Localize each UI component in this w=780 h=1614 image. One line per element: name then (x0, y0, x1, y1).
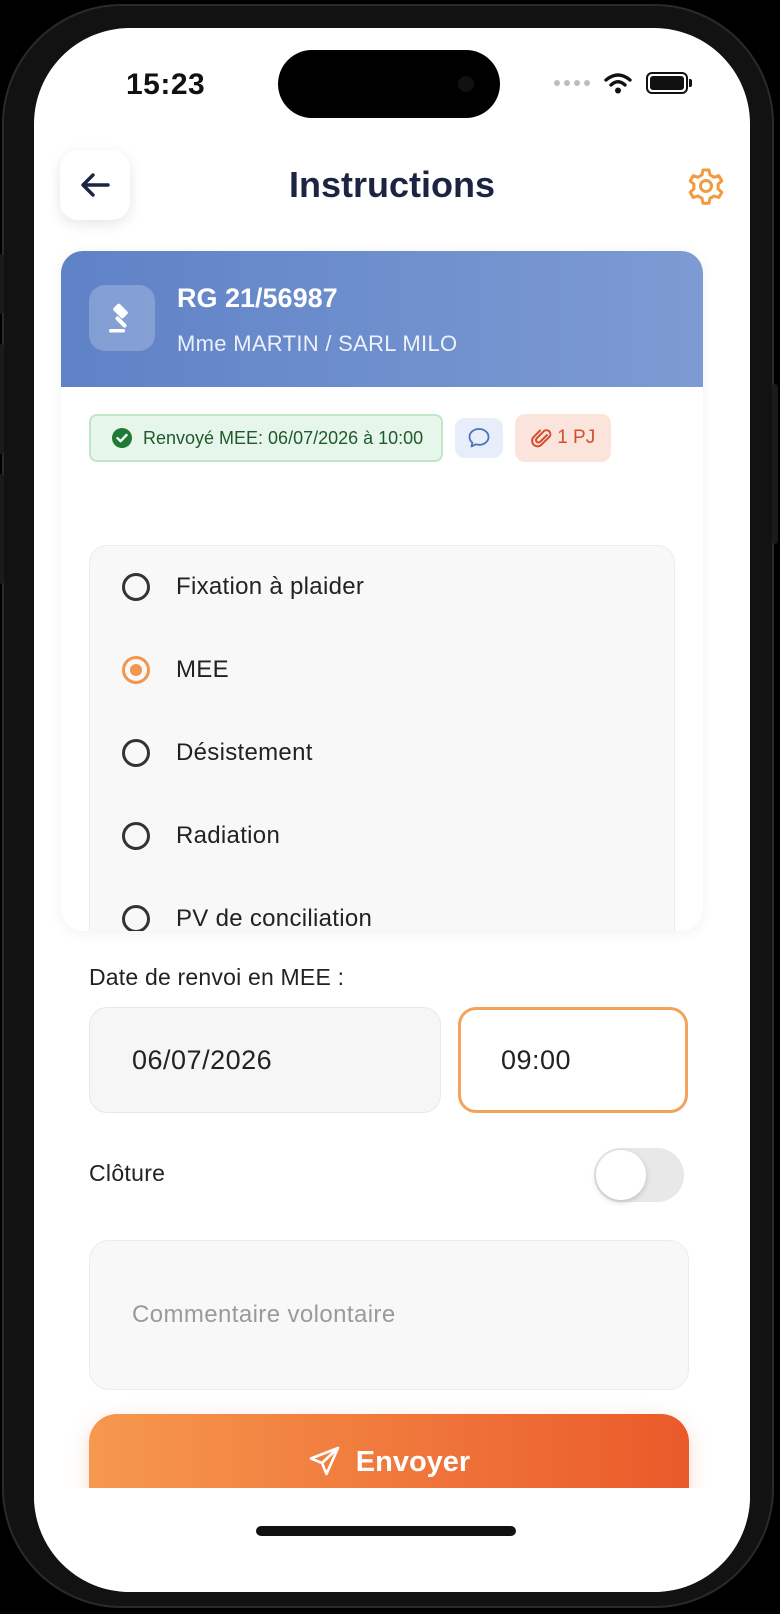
phone-frame: 15:23 Instructions RG 21/56987 Mme MARTI… (0, 4, 778, 1608)
camera-dot (458, 76, 474, 92)
bottom-area (34, 1488, 750, 1592)
send-icon (309, 1446, 340, 1476)
gear-icon (688, 168, 724, 205)
attachments-button[interactable]: 1 PJ (515, 414, 612, 462)
option-desistement[interactable]: Désistement (122, 733, 313, 773)
date-label: Date de renvoi en MEE : (89, 964, 345, 990)
option-label: Fixation à plaider (176, 573, 365, 600)
gavel-icon (109, 303, 128, 333)
status-time: 15:23 (126, 68, 206, 101)
battery-icon (646, 72, 692, 94)
paperclip-icon (531, 429, 552, 448)
page-title: Instructions (288, 164, 495, 205)
send-label: Envoyer (355, 1446, 471, 1478)
option-label: PV de conciliation (176, 905, 373, 931)
option-pv-conciliation[interactable]: PV de conciliation (122, 899, 372, 931)
dynamic-island (278, 50, 500, 118)
signal-icon (554, 80, 590, 86)
screen: 15:23 Instructions RG 21/56987 Mme MARTI… (34, 28, 750, 1592)
time-field[interactable]: 09:00 (458, 1007, 688, 1113)
status-icons (554, 72, 692, 94)
cloture-label: Clôture (89, 1160, 166, 1186)
volume-up-button (0, 344, 4, 454)
case-reference: RG 21/56987 (177, 283, 338, 313)
volume-down-button (0, 474, 4, 584)
status-badge: Renvoyé MEE: 06/07/2026 à 10:00 (89, 414, 444, 462)
chat-bubble-icon (468, 428, 490, 448)
radio-pv-conciliation[interactable] (122, 905, 150, 931)
comment-placeholder: Commentaire volontaire (132, 1301, 396, 1328)
case-chips: Renvoyé MEE: 06/07/2026 à 10:00 1 PJ (89, 414, 612, 462)
radio-fixation[interactable] (122, 573, 150, 601)
case-icon-tile (89, 285, 155, 351)
case-header: RG 21/56987 Mme MARTIN / SARL MILO (61, 251, 703, 387)
power-button (772, 384, 778, 544)
mute-switch (0, 254, 4, 314)
option-fixation[interactable]: Fixation à plaider (122, 567, 364, 607)
cloture-toggle[interactable] (594, 1148, 684, 1202)
home-indicator[interactable] (256, 1526, 516, 1536)
radio-mee[interactable] (122, 656, 150, 684)
status-badge-label: Renvoyé MEE: 06/07/2026 à 10:00 (143, 427, 424, 448)
option-mee[interactable]: MEE (122, 650, 229, 690)
date-field[interactable]: 06/07/2026 (89, 1007, 441, 1113)
wifi-icon (604, 73, 632, 94)
toggle-knob (596, 1150, 646, 1200)
case-card: RG 21/56987 Mme MARTIN / SARL MILO Renvo… (61, 251, 703, 931)
option-label: Désistement (176, 739, 313, 766)
option-label: Radiation (176, 822, 281, 849)
attachments-label: 1 PJ (557, 427, 596, 448)
comment-button[interactable] (455, 418, 504, 458)
comment-field[interactable]: Commentaire volontaire (89, 1240, 689, 1390)
case-parties: Mme MARTIN / SARL MILO (177, 331, 458, 356)
settings-button[interactable] (686, 166, 726, 206)
check-circle-icon (112, 428, 132, 448)
instruction-options: Fixation à plaider MEE Désistement Radia… (89, 545, 675, 931)
radio-desistement[interactable] (122, 739, 150, 767)
option-label: MEE (176, 656, 229, 683)
radio-radiation[interactable] (122, 822, 150, 850)
option-radiation[interactable]: Radiation (122, 816, 280, 856)
